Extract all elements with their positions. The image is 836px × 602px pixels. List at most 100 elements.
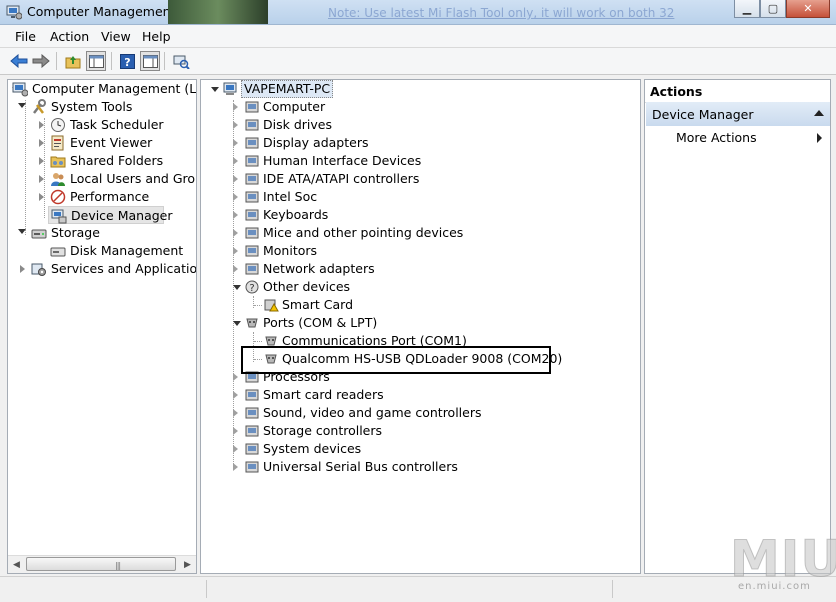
close-button[interactable]: ✕	[786, 0, 830, 18]
expand-arrow-icon[interactable]	[39, 193, 44, 201]
menu-view[interactable]: View	[101, 29, 131, 44]
collapse-arrow-icon[interactable]	[18, 103, 26, 108]
device-category[interactable]: Network adapters	[201, 260, 640, 278]
title-bar[interactable]: Computer Management Note: Use latest Mi …	[0, 0, 836, 25]
expand-arrow-icon[interactable]	[233, 229, 238, 237]
performance-icon	[50, 189, 66, 205]
device-category[interactable]: Universal Serial Bus controllers	[201, 458, 640, 476]
tree-item-services-applications[interactable]: Services and Applications	[8, 260, 196, 278]
collapse-arrow-icon[interactable]	[233, 321, 241, 326]
minimize-button[interactable]: ▁	[734, 0, 760, 18]
help-icon: ?	[119, 53, 135, 69]
warning-device-icon	[264, 299, 279, 312]
expand-arrow-icon[interactable]	[39, 175, 44, 183]
expand-arrow-icon[interactable]	[20, 265, 25, 273]
help-button[interactable]: ?	[117, 51, 137, 71]
expand-arrow-icon[interactable]	[233, 103, 238, 111]
expand-arrow-icon[interactable]	[233, 391, 238, 399]
device-category-other-devices[interactable]: ? Other devices	[201, 278, 640, 296]
expand-arrow-icon[interactable]	[39, 157, 44, 165]
device-category-icon	[245, 425, 259, 437]
maximize-button[interactable]: ▢	[760, 0, 786, 18]
menu-help[interactable]: Help	[142, 29, 171, 44]
console-tree-pane[interactable]: Computer Management (Local System Tools …	[7, 79, 197, 574]
scroll-right-icon[interactable]: ▶	[179, 556, 196, 573]
expand-arrow-icon[interactable]	[233, 121, 238, 129]
expand-arrow-icon[interactable]	[233, 193, 238, 201]
up-one-level-button[interactable]	[63, 51, 83, 71]
device-category-icon	[245, 119, 259, 131]
back-button[interactable]	[9, 51, 29, 71]
tree-item-local-users-groups[interactable]: Local Users and Groups	[8, 170, 196, 188]
expand-arrow-icon[interactable]	[233, 445, 238, 453]
scan-hardware-button[interactable]	[171, 51, 191, 71]
forward-button[interactable]	[31, 51, 51, 71]
device-label: Other devices	[263, 279, 351, 294]
tree-item-event-viewer[interactable]: Event Viewer	[8, 134, 196, 152]
device-item[interactable]: Smart Card	[201, 296, 640, 314]
annotation-highlight-box	[241, 346, 551, 374]
device-category[interactable]: Intel Soc	[201, 188, 640, 206]
expand-arrow-icon[interactable]	[39, 139, 44, 147]
expand-arrow-icon[interactable]	[233, 175, 238, 183]
tree-label: Shared Folders	[70, 153, 164, 168]
expand-arrow-icon[interactable]	[233, 139, 238, 147]
tree-item-task-scheduler[interactable]: Task Scheduler	[8, 116, 196, 134]
device-category-ports[interactable]: Ports (COM & LPT)	[201, 314, 640, 332]
device-label: Smart card readers	[263, 387, 384, 402]
show-hide-console-tree-button[interactable]	[86, 51, 106, 71]
submenu-arrow-icon	[817, 133, 822, 143]
device-category[interactable]: Display adapters	[201, 134, 640, 152]
services-icon	[31, 263, 46, 276]
device-label: Storage controllers	[263, 423, 383, 438]
tree-root-label: Computer Management (Local	[32, 81, 197, 96]
device-category[interactable]: Mice and other pointing devices	[201, 224, 640, 242]
tree-label: Local Users and Groups	[70, 171, 196, 186]
expand-arrow-icon[interactable]	[233, 427, 238, 435]
collapse-arrow-icon[interactable]	[211, 87, 219, 92]
actions-section-device-manager[interactable]: Device Manager	[646, 102, 830, 126]
tree-item-storage[interactable]: Storage	[8, 224, 196, 242]
device-root[interactable]: VAPEMART-PC	[201, 80, 640, 98]
device-tree-pane[interactable]: VAPEMART-PC Computer Disk drives Display a…	[200, 79, 641, 574]
device-category-icon	[245, 263, 259, 275]
tree-item-shared-folders[interactable]: Shared Folders	[8, 152, 196, 170]
tree-label: Task Scheduler	[70, 117, 164, 132]
expand-arrow-icon[interactable]	[233, 373, 238, 381]
expand-arrow-icon[interactable]	[39, 121, 44, 129]
scroll-left-icon[interactable]: ◀	[8, 556, 25, 573]
collapse-arrow-icon[interactable]	[18, 229, 26, 234]
tree-item-performance[interactable]: Performance	[8, 188, 196, 206]
device-category[interactable]: System devices	[201, 440, 640, 458]
expand-arrow-icon[interactable]	[233, 409, 238, 417]
device-category[interactable]: Computer	[201, 98, 640, 116]
menu-file[interactable]: File	[15, 29, 36, 44]
expand-arrow-icon[interactable]	[233, 463, 238, 471]
device-category[interactable]: Sound, video and game controllers	[201, 404, 640, 422]
horizontal-scrollbar[interactable]: ◀ ||| ▶	[8, 555, 196, 573]
device-category[interactable]: Disk drives	[201, 116, 640, 134]
device-label: Network adapters	[263, 261, 375, 276]
device-category[interactable]: IDE ATA/ATAPI controllers	[201, 170, 640, 188]
tree-item-system-tools[interactable]: System Tools	[8, 98, 196, 116]
tree-root[interactable]: Computer Management (Local	[8, 80, 196, 98]
menu-action[interactable]: Action	[50, 29, 89, 44]
expand-arrow-icon[interactable]	[233, 211, 238, 219]
device-category[interactable]: Keyboards	[201, 206, 640, 224]
expand-arrow-icon[interactable]	[233, 265, 238, 273]
device-category[interactable]: Monitors	[201, 242, 640, 260]
scrollbar-thumb[interactable]: |||	[26, 557, 176, 571]
more-actions-link[interactable]: More Actions	[676, 130, 757, 145]
expand-arrow-icon[interactable]	[233, 247, 238, 255]
tree-label: Services and Applications	[51, 261, 197, 276]
expand-arrow-icon[interactable]	[233, 157, 238, 165]
tree-item-disk-management[interactable]: Disk Management	[8, 242, 196, 260]
collapse-section-icon[interactable]	[814, 110, 824, 116]
device-category[interactable]: Human Interface Devices	[201, 152, 640, 170]
tree-item-device-manager[interactable]: Device Manager	[48, 206, 173, 224]
device-category[interactable]: Smart card readers	[201, 386, 640, 404]
device-label: Sound, video and game controllers	[263, 405, 482, 420]
show-hide-action-pane-button[interactable]	[140, 51, 160, 71]
collapse-arrow-icon[interactable]	[233, 285, 241, 290]
device-category[interactable]: Storage controllers	[201, 422, 640, 440]
